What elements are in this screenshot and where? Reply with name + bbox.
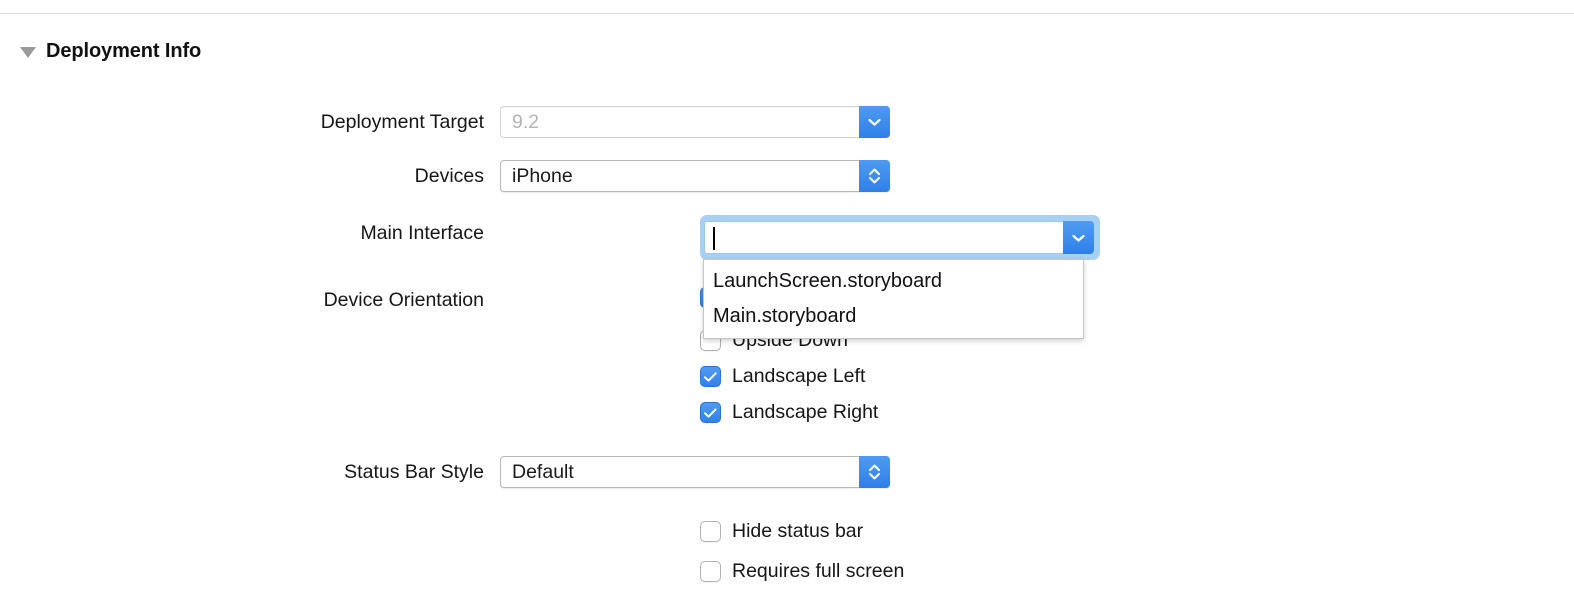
checkbox-requires-full-screen[interactable] [700,561,721,582]
chevron-down-icon[interactable] [1063,221,1094,254]
deployment-target-combobox[interactable]: 9.2 [500,106,890,138]
label-devices: Devices [0,165,500,188]
row-device-orientation: Device Orientation [0,289,500,312]
label-main-interface: Main Interface [0,222,500,245]
main-interface-dropdown-list[interactable]: LaunchScreen.storyboard Main.storyboard [703,259,1084,339]
label-status-bar-style: Status Bar Style [0,461,500,484]
status-bar-style-value: Default [501,461,574,484]
checkbox-landscape-right[interactable] [700,402,721,423]
label-requires-full-screen: Requires full screen [732,560,904,583]
checkbox-hide-status-bar[interactable] [700,521,721,542]
devices-value: iPhone [501,165,573,188]
panel-top-divider [0,13,1574,14]
row-status-bar-style: Status Bar Style Default [0,456,890,488]
checkbox-row-requires-full-screen[interactable]: Requires full screen [700,560,904,583]
text-caret [713,227,715,250]
label-landscape-right: Landscape Right [732,401,878,424]
label-landscape-left: Landscape Left [732,365,865,388]
chevron-down-icon[interactable] [859,106,890,138]
row-deployment-target: Deployment Target 9.2 [0,106,890,138]
dropdown-option-main[interactable]: Main.storyboard [704,299,1083,334]
checkbox-row-landscape-right[interactable]: Landscape Right [700,401,878,424]
chevron-up-down-icon[interactable] [859,456,890,488]
page-title: Deployment Info [46,40,201,63]
chevron-up-down-icon[interactable] [859,160,890,192]
row-main-interface: Main Interface [0,222,500,245]
checkbox-row-landscape-left[interactable]: Landscape Left [700,365,865,388]
dropdown-option-launchscreen[interactable]: LaunchScreen.storyboard [704,264,1083,299]
status-bar-style-popup-button[interactable]: Default [500,456,890,488]
checkbox-row-hide-status-bar[interactable]: Hide status bar [700,520,863,543]
section-header-deployment-info[interactable]: Deployment Info [20,40,201,63]
checkbox-landscape-left[interactable] [700,366,721,387]
row-devices: Devices iPhone [0,160,890,192]
triangle-down-icon[interactable] [20,47,36,58]
main-interface-combobox[interactable] [704,221,1094,254]
deployment-target-value: 9.2 [501,111,539,134]
label-deployment-target: Deployment Target [0,111,500,134]
main-interface-focus-ring [700,215,1100,260]
label-hide-status-bar: Hide status bar [732,520,863,543]
label-device-orientation: Device Orientation [0,289,500,312]
devices-popup-button[interactable]: iPhone [500,160,890,192]
